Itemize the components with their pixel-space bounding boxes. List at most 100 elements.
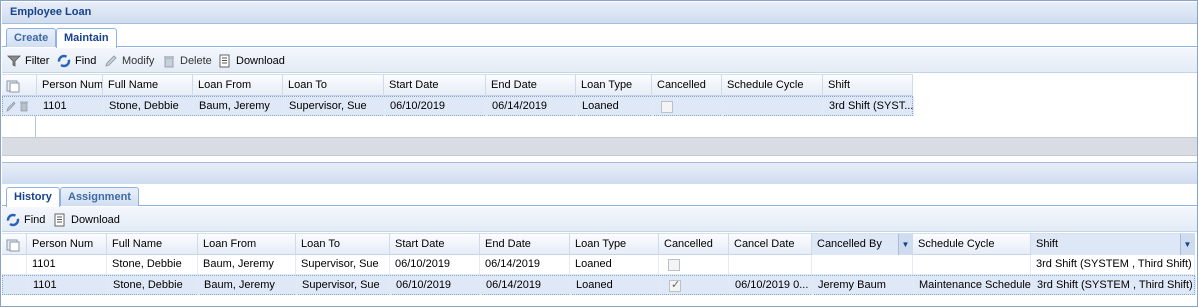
column-header-person-num[interactable]: Person Num bbox=[27, 234, 107, 255]
cell-full-name: Stone, Debbie bbox=[107, 255, 198, 274]
column-header-loan-from[interactable]: Loan From bbox=[198, 234, 296, 255]
cell-shift: 3rd Shift (SYSTEM , Third Shift) bbox=[1031, 255, 1195, 274]
cell-row-selector bbox=[2, 255, 27, 274]
cell-end-date: 06/14/2019 bbox=[487, 97, 577, 116]
filter-icon bbox=[7, 54, 21, 68]
top-tabstrip: Create Maintain bbox=[2, 25, 1197, 48]
cell-end-date: 06/14/2019 bbox=[481, 276, 571, 295]
column-header-cancelled-by[interactable]: Cancelled By ▼ bbox=[812, 234, 913, 255]
delete-button[interactable]: Delete bbox=[162, 53, 212, 69]
column-header-loan-type[interactable]: Loan Type bbox=[570, 234, 659, 255]
column-header-cancel-date[interactable]: Cancel Date bbox=[729, 234, 812, 255]
title-bar: Employee Loan bbox=[2, 2, 1197, 24]
download-label: Download bbox=[236, 55, 285, 67]
column-header-cancelled[interactable]: Cancelled bbox=[659, 234, 729, 255]
trash-icon bbox=[162, 54, 176, 68]
column-header-person-num[interactable]: Person Num▲ bbox=[37, 75, 103, 96]
cell-cancelled bbox=[659, 255, 729, 274]
cell-loan-from: Baum, Jeremy bbox=[199, 276, 297, 295]
top-toolbar: Filter Find Modify Delete Download bbox=[2, 48, 1197, 73]
column-header-schedule-cycle[interactable]: Schedule Cycle bbox=[913, 234, 1031, 255]
split-bar[interactable] bbox=[2, 137, 1197, 156]
cell-schedule-cycle bbox=[723, 97, 824, 116]
cell-person-num: 1101 bbox=[38, 97, 104, 116]
document-download-icon bbox=[53, 213, 67, 227]
filter-button[interactable]: Filter bbox=[7, 53, 49, 69]
tab-history[interactable]: History bbox=[6, 187, 60, 207]
bottom-panel-header bbox=[2, 162, 1197, 184]
cell-loan-to: Supervisor, Sue bbox=[297, 276, 391, 295]
cancelled-checkbox[interactable] bbox=[668, 259, 680, 271]
select-all-toggle[interactable] bbox=[2, 75, 37, 96]
history-find-label: Find bbox=[24, 214, 46, 226]
cell-shift: 3rd Shift (SYSTEM , Third Shift) bbox=[1032, 276, 1196, 295]
column-header-full-name[interactable]: Full Name bbox=[103, 75, 193, 96]
edit-row-icon[interactable] bbox=[6, 100, 16, 114]
cell-row-selector bbox=[3, 276, 28, 295]
top-grid: Person Num▲ Full Name Loan From Loan To … bbox=[2, 74, 1197, 137]
tab-maintain[interactable]: Maintain bbox=[56, 28, 117, 48]
grid-vertical-rule bbox=[35, 116, 36, 137]
download-button[interactable]: Download bbox=[218, 53, 285, 69]
column-header-end-date[interactable]: End Date bbox=[486, 75, 576, 96]
cell-full-name: Stone, Debbie bbox=[104, 97, 194, 116]
column-header-full-name[interactable]: Full Name bbox=[107, 234, 198, 255]
cell-start-date: 06/10/2019 bbox=[391, 276, 481, 295]
column-header-start-date[interactable]: Start Date bbox=[384, 75, 486, 96]
column-header-cancelled[interactable]: Cancelled bbox=[652, 75, 722, 96]
filter-label: Filter bbox=[25, 55, 50, 67]
history-find-button[interactable]: Find bbox=[6, 212, 45, 228]
column-header-end-date[interactable]: End Date bbox=[480, 234, 570, 255]
cell-loan-type: Loaned bbox=[570, 255, 659, 274]
find-label: Find bbox=[75, 55, 97, 67]
column-header-loan-type[interactable]: Loan Type bbox=[576, 75, 652, 96]
chevron-down-icon[interactable]: ▼ bbox=[898, 234, 912, 255]
cell-start-date: 06/10/2019 bbox=[385, 97, 487, 116]
pencil-icon bbox=[104, 54, 118, 68]
delete-row-icon[interactable] bbox=[19, 100, 29, 114]
tab-create[interactable]: Create bbox=[6, 28, 57, 47]
column-header-loan-to[interactable]: Loan To bbox=[296, 234, 390, 255]
column-header-loan-from[interactable]: Loan From bbox=[193, 75, 283, 96]
document-download-icon bbox=[218, 54, 232, 68]
cell-shift: 3rd Shift (SYST... bbox=[824, 97, 914, 116]
refresh-find-icon bbox=[57, 54, 71, 68]
row-actions bbox=[3, 97, 38, 116]
cell-cancelled-by bbox=[812, 255, 913, 274]
column-header-start-date[interactable]: Start Date bbox=[390, 234, 480, 255]
find-button[interactable]: Find bbox=[57, 53, 96, 69]
modify-button[interactable]: Modify bbox=[104, 53, 154, 69]
cell-schedule-cycle: Maintenance Schedule bbox=[914, 276, 1032, 295]
table-row[interactable]: 1101 Stone, Debbie Baum, Jeremy Supervis… bbox=[2, 96, 914, 116]
table-row[interactable]: 1101 Stone, Debbie Baum, Jeremy Supervis… bbox=[2, 255, 1195, 275]
cell-loan-type: Loaned bbox=[577, 97, 653, 116]
bottom-tabstrip: History Assignment bbox=[2, 184, 1197, 207]
cell-loan-type: Loaned bbox=[571, 276, 660, 295]
cell-cancelled-by: Jeremy Baum bbox=[813, 276, 914, 295]
cell-loan-from: Baum, Jeremy bbox=[198, 255, 296, 274]
modify-label: Modify bbox=[122, 55, 155, 67]
select-all-toggle[interactable] bbox=[2, 234, 27, 255]
column-header-schedule-cycle[interactable]: Schedule Cycle bbox=[722, 75, 823, 96]
cell-loan-to: Supervisor, Sue bbox=[284, 97, 385, 116]
history-download-button[interactable]: Download bbox=[53, 212, 120, 228]
history-grid-header: Person Num Full Name Loan From Loan To S… bbox=[2, 233, 1195, 255]
tab-assignment[interactable]: Assignment bbox=[60, 187, 139, 206]
cancelled-checkbox[interactable] bbox=[661, 101, 673, 113]
column-header-loan-to[interactable]: Loan To bbox=[283, 75, 384, 96]
cell-schedule-cycle bbox=[913, 255, 1031, 274]
table-row[interactable]: 1101 Stone, Debbie Baum, Jeremy Supervis… bbox=[2, 275, 1196, 295]
column-header-shift[interactable]: Shift ▼ bbox=[1031, 234, 1195, 255]
cell-cancel-date: 06/10/2019 0... bbox=[730, 276, 813, 295]
cell-cancelled bbox=[653, 97, 723, 116]
select-column-icon bbox=[6, 79, 20, 93]
cancelled-checkbox[interactable] bbox=[669, 280, 681, 292]
select-column-icon bbox=[6, 238, 20, 252]
column-header-shift[interactable]: Shift bbox=[823, 75, 913, 96]
cell-cancelled bbox=[660, 276, 730, 295]
cell-loan-to: Supervisor, Sue bbox=[296, 255, 390, 274]
chevron-down-icon[interactable]: ▼ bbox=[1180, 234, 1194, 255]
cell-full-name: Stone, Debbie bbox=[108, 276, 199, 295]
cell-start-date: 06/10/2019 bbox=[390, 255, 480, 274]
cell-person-num: 1101 bbox=[27, 255, 107, 274]
